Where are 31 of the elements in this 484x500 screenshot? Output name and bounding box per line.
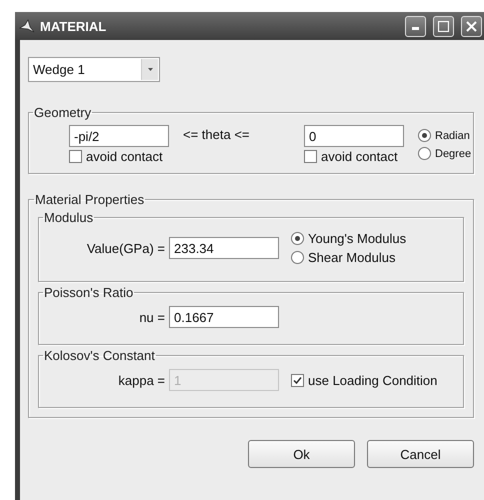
field-label: nu = [138,310,165,324]
minimize-button[interactable] [405,16,426,36]
relation-label: <= theta <= [183,126,251,142]
window-title: MATERIAL [40,18,108,34]
close-button[interactable] [461,16,482,36]
group-title: Material Properties [34,192,146,207]
group-title: Modulus [43,210,94,225]
dialog-button[interactable]: Ok [248,440,355,468]
input-field[interactable]: 0 [304,125,404,147]
field-label: Value(GPa) = [86,240,165,256]
input-field[interactable]: 233.34 [169,237,279,259]
input-field[interactable]: -pi/2 [69,125,169,147]
app-icon [19,19,35,33]
radio-button[interactable]: Radian [418,129,472,142]
group-title: Geometry [33,105,92,120]
maximize-icon [438,20,449,32]
checkbox[interactable]: avoid contact [69,149,169,164]
maximize-button[interactable] [433,16,454,36]
group-title: Poisson's Ratio [43,285,134,300]
dialog-button[interactable]: Cancel [367,440,474,468]
checkbox[interactable]: avoid contact [304,149,404,164]
dropdown[interactable]: Wedge 1 [28,57,160,82]
caret-icon [148,68,152,71]
group-title: Kolosov's Constant [43,348,156,363]
checkmark-icon [293,376,302,384]
radio-button[interactable]: Shear Modulus [291,250,406,265]
radio-button[interactable]: Young's Modulus [291,231,406,246]
close-icon [466,20,477,32]
radio-button[interactable]: Degree [418,147,472,160]
field-label: kappa = [117,372,165,388]
input-field[interactable]: 0.1667 [169,306,279,328]
